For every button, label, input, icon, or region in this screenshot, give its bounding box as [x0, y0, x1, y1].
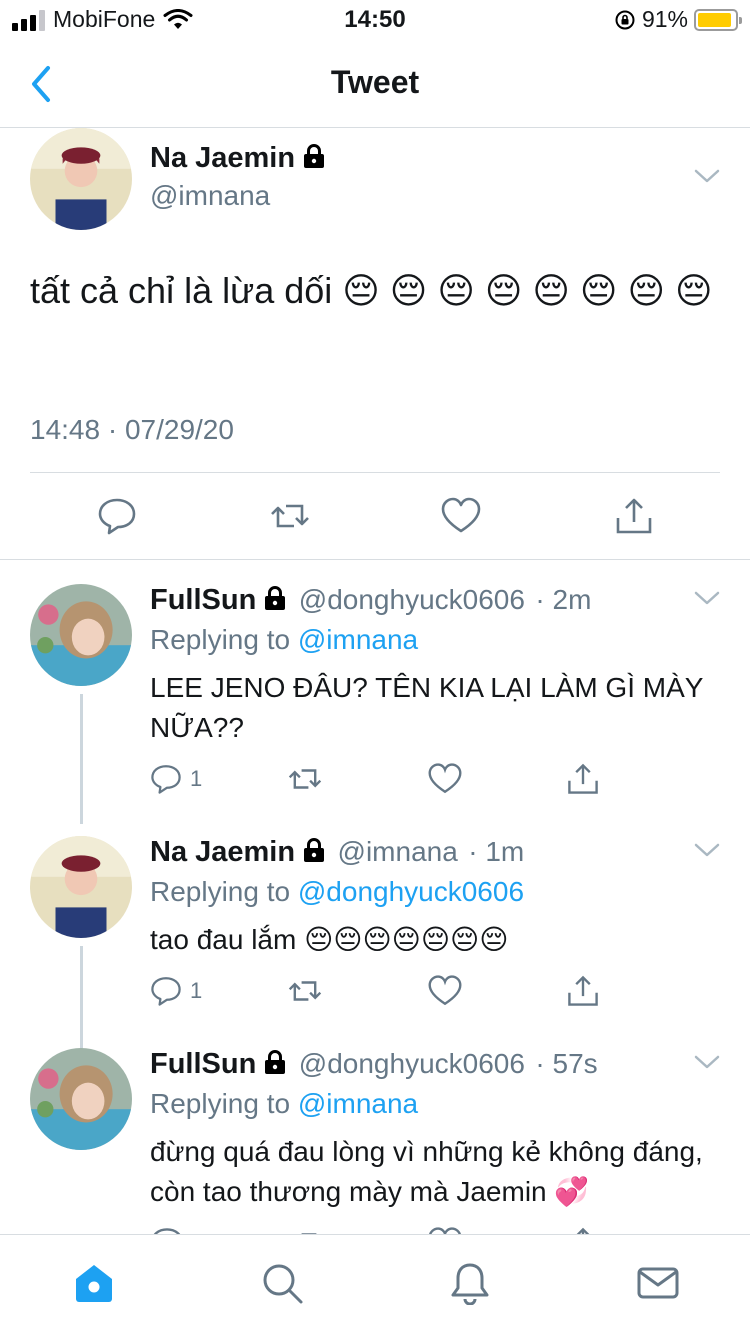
battery-percent: 91% — [641, 6, 688, 32]
tab-bar — [0, 1234, 750, 1334]
tweet-actions — [0, 496, 750, 536]
notifications-icon[interactable] — [448, 1261, 492, 1305]
avatar[interactable] — [30, 1048, 132, 1150]
share-icon[interactable] — [614, 496, 654, 536]
main-tweet: Na Jaemin @imnana tất cả chỉ là lừa dối … — [0, 128, 750, 560]
share-icon[interactable] — [566, 762, 600, 796]
reply-icon — [151, 977, 181, 1006]
tweet-timestamp: 14:48 · 07/29/20 — [30, 414, 234, 445]
author-name[interactable]: Na Jaemin — [150, 836, 295, 868]
share-icon[interactable] — [566, 974, 600, 1008]
tweet-text: tất cả chỉ là lừa dối 😔 😔 😔 😔 😔 😔 😔 😔 — [30, 270, 713, 311]
like-icon[interactable] — [428, 762, 462, 796]
page-title: Tweet — [330, 64, 420, 100]
divider — [30, 472, 720, 473]
replying-to: Replying to @imnana — [150, 1088, 418, 1120]
retweet-icon[interactable] — [288, 1226, 322, 1234]
orientation-lock-icon — [615, 10, 635, 29]
lock-icon — [304, 838, 325, 862]
status-bar: MobiFone 14:50 91% — [0, 0, 750, 40]
lock-icon — [304, 144, 325, 168]
reply-time: · 1m — [468, 836, 525, 867]
reply-time: · 57s — [535, 1048, 598, 1079]
reply-count: 1 — [190, 978, 203, 1003]
avatar[interactable] — [30, 836, 132, 938]
reply-tweet[interactable]: Na Jaemin @imnana · 1m Replying to @dong… — [0, 836, 750, 1056]
reply-text: tao đau lắm 😔😔😔😔😔😔😔 — [150, 924, 509, 955]
share-icon[interactable] — [566, 1226, 600, 1234]
chevron-down-icon[interactable] — [694, 590, 720, 606]
author-handle[interactable]: @donghyuck0606 — [299, 584, 525, 615]
reply-icon[interactable] — [150, 1226, 184, 1234]
reply-actions — [150, 1226, 710, 1234]
home-icon[interactable] — [72, 1261, 116, 1305]
chevron-down-icon[interactable] — [694, 842, 720, 858]
reply-text: LEE JENO ĐÂU? TÊN KIA LẠI LÀM GÌ MÀY NỮA… — [150, 672, 703, 743]
replying-prefix: Replying to — [150, 624, 291, 655]
nav-bar: Tweet — [0, 40, 750, 128]
retweet-icon[interactable] — [288, 762, 322, 796]
reply-actions: 1 — [150, 974, 710, 1008]
like-icon[interactable] — [428, 974, 462, 1008]
search-icon[interactable] — [260, 1261, 304, 1305]
replying-to-link[interactable]: @donghyuck0606 — [298, 876, 524, 907]
reply-time: · 2m — [535, 584, 592, 615]
replying-to: Replying to @donghyuck0606 — [150, 876, 524, 908]
avatar[interactable] — [30, 128, 132, 230]
reply-tweet[interactable]: FullSun @donghyuck0606 · 2m Replying to … — [0, 584, 750, 824]
retweet-icon[interactable] — [270, 496, 310, 536]
author-handle[interactable]: @imnana — [338, 836, 458, 867]
messages-icon[interactable] — [636, 1261, 680, 1305]
chevron-down-icon[interactable] — [694, 1054, 720, 1070]
thread-line — [80, 694, 83, 824]
reply-tweet[interactable]: FullSun @donghyuck0606 · 57s Replying to… — [0, 1048, 750, 1234]
author-handle[interactable]: @donghyuck0606 — [299, 1048, 525, 1079]
reply-icon — [151, 765, 181, 794]
replying-prefix: Replying to — [150, 876, 291, 907]
reply-text: đừng quá đau lòng vì những kẻ không đáng… — [150, 1136, 703, 1207]
author-handle[interactable]: @imnana — [150, 180, 270, 212]
replying-to-link[interactable]: @imnana — [298, 624, 418, 655]
avatar[interactable] — [30, 584, 132, 686]
author-name-text[interactable]: Na Jaemin — [150, 142, 295, 174]
reply-button[interactable]: 1 — [150, 762, 202, 796]
retweet-icon[interactable] — [288, 974, 322, 1008]
chevron-down-icon[interactable] — [694, 168, 720, 184]
replying-to: Replying to @imnana — [150, 624, 418, 656]
reply-count: 1 — [190, 766, 203, 791]
like-icon[interactable] — [441, 496, 481, 536]
battery-icon — [694, 8, 742, 31]
thread-line — [80, 946, 83, 1056]
replying-prefix: Replying to — [150, 1088, 291, 1119]
reply-icon[interactable] — [97, 496, 137, 536]
reply-button[interactable]: 1 — [150, 974, 202, 1008]
author-name[interactable]: Na Jaemin — [150, 142, 327, 175]
like-icon[interactable] — [428, 1226, 462, 1234]
lock-icon — [265, 1050, 286, 1074]
lock-icon — [265, 586, 286, 610]
replying-to-link[interactable]: @imnana — [298, 1088, 418, 1119]
author-name[interactable]: FullSun — [150, 1048, 256, 1080]
author-name[interactable]: FullSun — [150, 584, 256, 616]
reply-actions: 1 — [150, 762, 710, 796]
